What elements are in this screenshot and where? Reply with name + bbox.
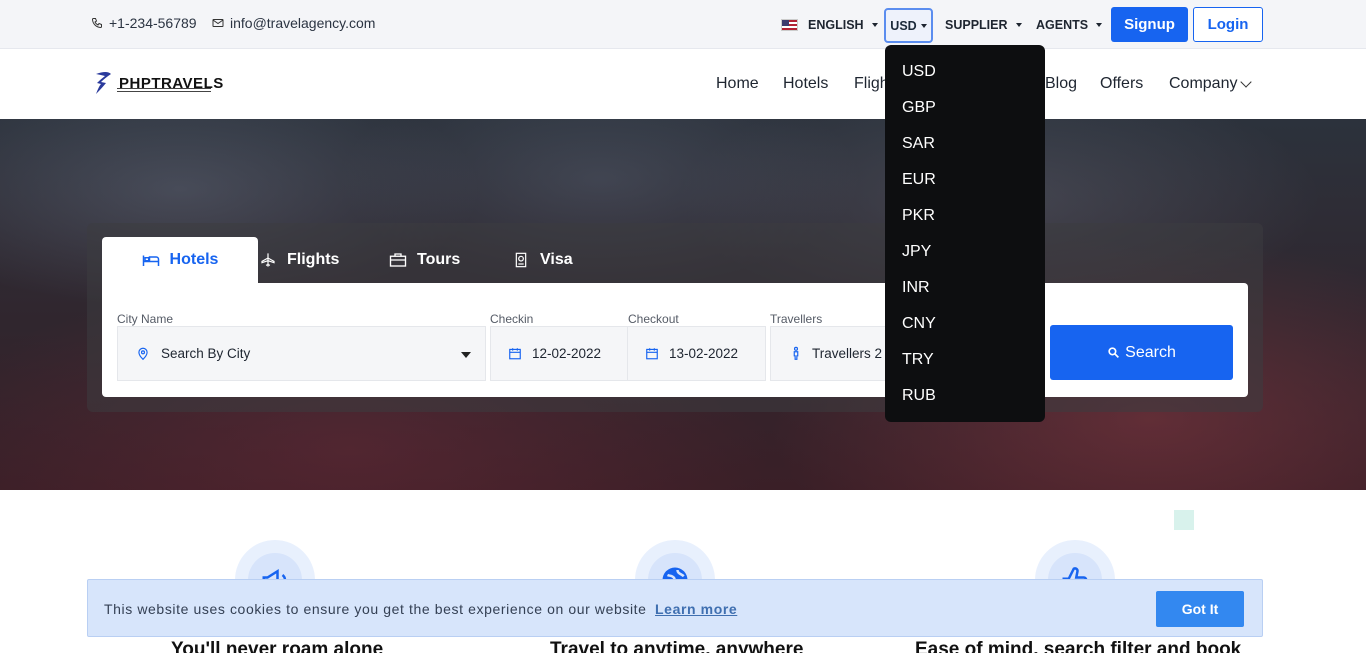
- nav-offers[interactable]: Offers: [1100, 75, 1143, 93]
- agents-dropdown[interactable]: AGENTS: [1036, 18, 1103, 32]
- tab-visa-label: Visa: [540, 251, 573, 268]
- calendar-icon: [509, 348, 521, 360]
- mail-icon: [212, 19, 224, 27]
- signup-button[interactable]: Signup: [1111, 7, 1188, 42]
- supplier-label: SUPPLIER: [945, 18, 1008, 32]
- tab-flights-label: Flights: [287, 251, 340, 268]
- tab-tours-label: Tours: [417, 251, 461, 268]
- main-navigation: PHPTRAVELS Home Hotels Flights Blog Offe…: [0, 49, 1366, 119]
- phone-contact[interactable]: +1-234-56789: [91, 15, 197, 31]
- tab-tours[interactable]: Tours: [389, 237, 460, 283]
- passport-icon: [515, 252, 527, 268]
- search-button-label: Search: [1125, 343, 1176, 361]
- checkout-label: Checkout: [628, 312, 679, 326]
- caret-down-icon: [1015, 23, 1022, 27]
- supplier-dropdown[interactable]: SUPPLIER: [945, 18, 1022, 32]
- cookie-consent-bar: This website uses cookies to ensure you …: [87, 579, 1263, 637]
- cookie-message: This website uses cookies to ensure you …: [104, 601, 737, 617]
- tab-hotels-label: Hotels: [169, 251, 219, 268]
- currency-option-rub[interactable]: RUB: [885, 386, 1045, 422]
- checkin-value: 12-02-2022: [532, 346, 602, 361]
- hero-banner: Hotels Flights Tours Visa City Name Sear…: [0, 119, 1366, 490]
- tab-hotels[interactable]: Hotels: [102, 237, 258, 283]
- currency-option-eur[interactable]: EUR: [885, 170, 1045, 206]
- nav-company-label: Company: [1169, 75, 1238, 92]
- city-label: City Name: [117, 312, 174, 326]
- search-button[interactable]: Search: [1050, 325, 1233, 380]
- top-bar: +1-234-56789 info@travelagency.com ENGLI…: [0, 0, 1366, 49]
- us-flag-icon: [781, 19, 798, 31]
- travellers-field[interactable]: Travellers 2 R: [770, 326, 890, 381]
- map-pin-icon: [138, 347, 148, 361]
- calendar-icon: [646, 348, 658, 360]
- learn-more-link[interactable]: Learn more: [655, 601, 737, 617]
- currency-option-jpy[interactable]: JPY: [885, 242, 1045, 278]
- currency-dropdown-menu: USD GBP SAR EUR PKR JPY INR CNY TRY RUB: [885, 45, 1045, 422]
- tab-visa[interactable]: Visa: [512, 237, 573, 283]
- site-logo[interactable]: PHPTRAVELS: [93, 70, 224, 96]
- nav-hotels[interactable]: Hotels: [783, 75, 828, 93]
- bed-icon: [142, 255, 159, 266]
- feature-title-travel: Travel to anytime, anywhere: [550, 639, 804, 653]
- person-icon: [793, 346, 799, 360]
- got-it-button[interactable]: Got It: [1156, 591, 1244, 627]
- language-dropdown[interactable]: ENGLISH: [781, 18, 878, 32]
- briefcase-icon: [389, 253, 407, 267]
- currency-option-cny[interactable]: CNY: [885, 314, 1045, 350]
- currency-option-usd[interactable]: USD: [885, 62, 1045, 98]
- nav-company[interactable]: Company: [1169, 75, 1253, 93]
- cookie-text: This website uses cookies to ensure you …: [104, 601, 647, 617]
- phone-icon: [91, 18, 102, 29]
- caret-down-icon: [1096, 23, 1103, 27]
- search-container: Hotels Flights Tours Visa City Name Sear…: [87, 223, 1263, 412]
- email-contact[interactable]: info@travelagency.com: [212, 15, 375, 31]
- travellers-label: Travellers: [770, 312, 823, 326]
- airplane-icon: [261, 253, 275, 267]
- decorative-square: [1174, 510, 1194, 530]
- feature-title-roam: You'll never roam alone: [171, 639, 384, 653]
- search-icon: [1108, 347, 1120, 358]
- caret-down-icon: [461, 352, 471, 358]
- currency-label: USD: [890, 18, 917, 33]
- login-button[interactable]: Login: [1193, 7, 1263, 42]
- currency-option-sar[interactable]: SAR: [885, 134, 1045, 170]
- nav-flights[interactable]: Flights: [854, 75, 886, 93]
- email-address: info@travelagency.com: [230, 15, 376, 31]
- caret-down-icon: [920, 23, 927, 28]
- caret-down-icon: [871, 23, 878, 27]
- logo-tagline: [117, 88, 211, 92]
- currency-option-gbp[interactable]: GBP: [885, 98, 1045, 134]
- nav-home[interactable]: Home: [716, 75, 759, 93]
- checkin-label: Checkin: [490, 312, 534, 326]
- chevron-down-icon: [1240, 76, 1253, 88]
- checkin-date-field[interactable]: 12-02-2022: [490, 326, 628, 381]
- nav-blog[interactable]: Blog: [1045, 75, 1077, 93]
- checkout-value: 13-02-2022: [669, 346, 739, 361]
- currency-option-pkr[interactable]: PKR: [885, 206, 1045, 242]
- logo-mark-icon: [96, 72, 111, 94]
- currency-dropdown-toggle[interactable]: USD: [884, 8, 933, 43]
- feature-title-ease: Ease of mind, search filter and book: [915, 639, 1242, 653]
- currency-option-try[interactable]: TRY: [885, 350, 1045, 386]
- hotel-search-form: City Name Search By City Checkin 12-02-2…: [102, 283, 1248, 397]
- agents-label: AGENTS: [1036, 18, 1089, 32]
- city-select[interactable]: Search By City: [117, 326, 486, 381]
- city-placeholder: Search By City: [161, 346, 251, 361]
- tab-flights[interactable]: Flights: [259, 237, 339, 283]
- language-label: ENGLISH: [808, 18, 864, 32]
- currency-option-inr[interactable]: INR: [885, 278, 1045, 314]
- checkout-date-field[interactable]: 13-02-2022: [628, 326, 766, 381]
- travellers-value: Travellers 2 R: [812, 346, 890, 361]
- phone-number: +1-234-56789: [109, 15, 197, 31]
